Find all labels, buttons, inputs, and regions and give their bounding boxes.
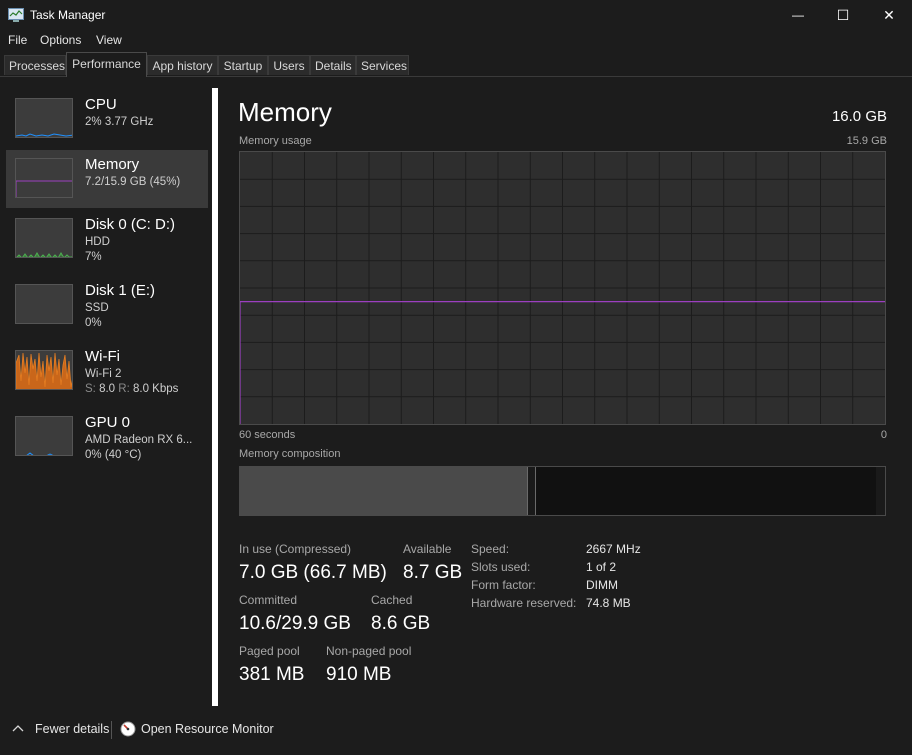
tab-startup[interactable]: Startup [218, 55, 268, 75]
memory-panel: Memory 16.0 GB Memory usage 15.9 GB 60 s… [218, 77, 912, 705]
nonpaged-pool-label: Non-paged pool [326, 644, 412, 658]
spec-slots-value: 1 of 2 [586, 560, 617, 574]
memory-composition-label: Memory composition [239, 448, 341, 460]
memory-usage-max: 15.9 GB [846, 135, 887, 147]
sidebar-item-detail: Wi-Fi 2 [85, 368, 122, 380]
wifi-send-label: S: [85, 383, 96, 395]
nonpaged-pool-value: 910 MB [326, 664, 392, 685]
committed-label: Committed [239, 593, 298, 607]
memory-thumbnail-graph [15, 158, 73, 198]
committed-value: 10.6/29.9 GB [239, 613, 351, 634]
paged-pool-value: 381 MB [239, 664, 305, 685]
wifi-receive-label: R: [118, 383, 130, 395]
wifi-receive-value: 8.0 Kbps [132, 383, 179, 395]
sidebar-item-name: GPU 0 [85, 414, 131, 431]
sidebar-item-wifi[interactable]: Wi-Fi Wi-Fi 2 S: 8.0 R: 8.0 Kbps [6, 342, 208, 400]
spec-speed-value: 2667 MHz [586, 542, 641, 556]
minimize-button[interactable]: — [775, 0, 821, 30]
spec-hardware-reserved-label: Hardware reserved: [471, 596, 577, 610]
sidebar-item-detail: 7.2/15.9 GB (45%) [85, 176, 181, 188]
disk-0-thumbnail-graph [15, 218, 73, 258]
cached-value: 8.6 GB [371, 613, 431, 634]
resource-sidebar: CPU 2% 3.77 GHz Memory 7.2/15.9 GB (45%)… [0, 77, 210, 705]
wifi-send-value: 8.0 [99, 383, 116, 395]
spec-slots-label: Slots used: [471, 560, 531, 574]
close-button[interactable]: ✕ [866, 0, 912, 30]
memory-composition-bar [239, 466, 886, 516]
maximize-icon: ☐ [836, 6, 850, 23]
disk-1-thumbnail-graph [15, 284, 73, 324]
footer-divider [111, 721, 112, 739]
tab-performance[interactable]: Performance [66, 52, 147, 77]
available-label: Available [403, 542, 452, 556]
sidebar-item-name: Memory [85, 156, 140, 173]
sidebar-item-name: CPU [85, 96, 117, 113]
spec-form-factor-value: DIMM [586, 578, 618, 592]
memory-usage-graph-svg [239, 152, 885, 424]
resource-monitor-icon[interactable] [120, 721, 136, 737]
spec-speed-label: Speed: [471, 542, 510, 556]
menu-view[interactable]: View [96, 33, 122, 47]
sidebar-item-detail: 0% (40 °C) [85, 449, 142, 461]
window-title: Task Manager [30, 8, 106, 22]
memory-usage-graph [239, 151, 886, 425]
sidebar-item-gpu-0[interactable]: GPU 0 AMD Radeon RX 6... 0% (40 °C) [6, 408, 208, 466]
cpu-thumbnail-graph [15, 98, 73, 138]
sidebar-item-name: Wi-Fi [85, 348, 120, 365]
sidebar-item-name: Disk 1 (E:) [85, 282, 156, 299]
tab-processes[interactable]: Processes [4, 55, 66, 75]
memory-total: 16.0 GB [831, 108, 887, 125]
tab-users[interactable]: Users [268, 55, 310, 75]
composition-in-use-segment [240, 467, 528, 515]
in-use-value: 7.0 GB (66.7 MB) [239, 562, 387, 583]
sidebar-item-memory[interactable]: Memory 7.2/15.9 GB (45%) [6, 150, 208, 208]
menu-bar: File Options View [0, 30, 912, 52]
in-use-label: In use (Compressed) [239, 542, 352, 556]
memory-usage-label: Memory usage [239, 135, 312, 147]
maximize-button[interactable]: ☐ [820, 0, 866, 30]
title-bar: Task Manager — ☐ ✕ [0, 0, 912, 30]
sidebar-item-detail: AMD Radeon RX 6... [85, 434, 193, 446]
spec-form-factor-label: Form factor: [471, 578, 536, 592]
menu-file[interactable]: File [8, 33, 27, 47]
wifi-rate: S: 8.0 R: 8.0 Kbps [85, 383, 178, 395]
sidebar-item-detail: 2% 3.77 GHz [85, 116, 154, 128]
page-title: Memory [238, 97, 332, 127]
sidebar-item-detail: 0% [85, 317, 102, 329]
tab-services[interactable]: Services [356, 55, 409, 75]
spec-hardware-reserved-value: 74.8 MB [586, 596, 631, 610]
menu-options[interactable]: Options [40, 33, 81, 47]
open-resource-monitor-link[interactable]: Open Resource Monitor [141, 722, 274, 736]
fewer-details-link[interactable]: Fewer details [35, 722, 109, 736]
sidebar-item-disk-0[interactable]: Disk 0 (C: D:) HDD 7% [6, 210, 208, 268]
tab-bar: Processes Performance App history Startu… [0, 52, 912, 77]
sidebar-item-detail: HDD [85, 236, 110, 248]
sidebar-item-detail: 7% [85, 251, 102, 263]
sidebar-item-detail: SSD [85, 302, 109, 314]
cached-label: Cached [371, 593, 413, 607]
sidebar-item-cpu[interactable]: CPU 2% 3.77 GHz [6, 90, 208, 148]
time-axis-start-label: 60 seconds [239, 429, 296, 441]
paged-pool-label: Paged pool [239, 644, 300, 658]
wifi-thumbnail-graph [15, 350, 73, 390]
minimize-icon: — [792, 8, 804, 22]
sidebar-item-name: Disk 0 (C: D:) [85, 216, 175, 233]
tab-app-history[interactable]: App history [147, 55, 218, 75]
composition-available-segment [535, 467, 876, 515]
footer: Fewer details Open Resource Monitor [0, 706, 912, 755]
task-manager-icon [8, 8, 24, 22]
sidebar-item-disk-1[interactable]: Disk 1 (E:) SSD 0% [6, 276, 208, 334]
gpu-0-thumbnail-graph [15, 416, 73, 456]
time-axis-end-label: 0 [880, 429, 887, 441]
tab-details[interactable]: Details [310, 55, 356, 75]
close-icon: ✕ [883, 6, 895, 23]
available-value: 8.7 GB [403, 562, 463, 583]
chevron-up-icon[interactable] [12, 724, 24, 734]
